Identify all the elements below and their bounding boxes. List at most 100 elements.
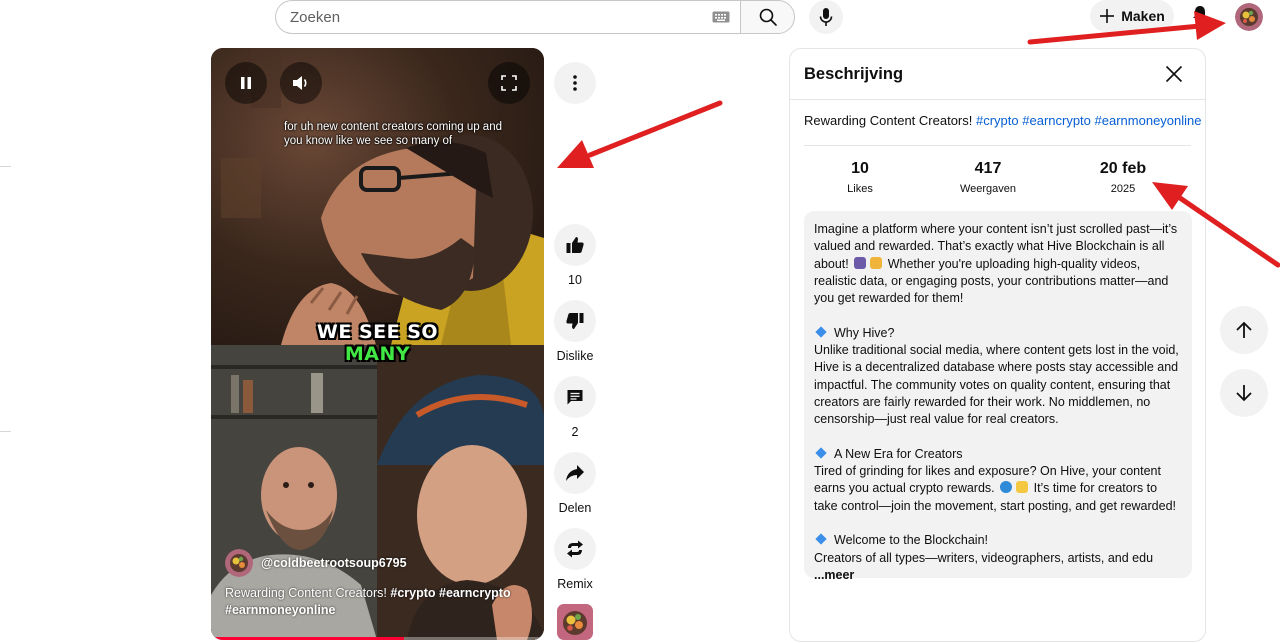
remix-button[interactable]: [554, 528, 596, 570]
video-hashtag[interactable]: #earncrypto: [439, 586, 511, 600]
description-title-text: Rewarding Content Creators!: [804, 113, 973, 128]
channel-name[interactable]: @coldbeetrootsoup6795: [261, 556, 407, 570]
arrow-up-icon: [1236, 321, 1252, 338]
close-icon: [1165, 65, 1183, 83]
voice-search-button[interactable]: [809, 0, 843, 34]
arrow-down-icon: [1236, 385, 1252, 402]
writing-hand-emoji-icon: [870, 256, 883, 269]
stat-views: 417 Weergaven: [954, 160, 1022, 195]
stat-date: 20 feb 2025: [1088, 160, 1158, 195]
pause-button[interactable]: [225, 62, 267, 104]
stat-date-year: 2025: [1110, 183, 1136, 195]
next-video-button[interactable]: [1220, 369, 1268, 417]
notifications-bell-icon[interactable]: [1190, 4, 1210, 18]
dislike-action: Dislike: [545, 300, 605, 363]
description-panel: Beschrijving Rewarding Content Creators!…: [789, 48, 1206, 642]
plus-icon: [1100, 9, 1115, 23]
description-paragraph: Creators of all types—writers, videograp…: [814, 550, 1182, 585]
dislike-label: Dislike: [556, 349, 594, 363]
description-text: Creators of all types—writers, videograp…: [814, 550, 1154, 565]
video-stats: 10 Likes 417 Weergaven 20 feb 2025: [804, 145, 1191, 203]
stat-likes-value: 10: [851, 160, 869, 177]
search-icon: [759, 8, 777, 26]
description-panel-title: Beschrijving: [804, 65, 904, 83]
description-paragraph: Unlike traditional social media, where c…: [814, 343, 1179, 427]
show-more-link[interactable]: ...meer: [814, 568, 854, 582]
description-panel-header: Beschrijving: [790, 49, 1205, 100]
share-label: Delen: [558, 501, 592, 515]
share-action: Delen: [545, 452, 605, 515]
account-avatar[interactable]: [1235, 3, 1263, 31]
comment-button[interactable]: [554, 376, 596, 418]
stat-likes: 10 Likes: [840, 160, 880, 195]
description-heading-text: Welcome to the Blockchain!: [834, 533, 989, 548]
side-divider: [0, 431, 11, 432]
description-body[interactable]: Imagine a platform where your content is…: [804, 211, 1192, 582]
description-paragraph: Tired of grinding for likes and exposure…: [814, 463, 1182, 515]
dislike-button[interactable]: [554, 300, 596, 342]
microphone-icon: [819, 8, 833, 26]
description-paragraph: Imagine a platform where your content is…: [814, 221, 1182, 307]
search-bar: [275, 0, 795, 34]
annotation-arrow: [557, 100, 723, 168]
search-button[interactable]: [740, 0, 795, 34]
video-camera-emoji-icon: [854, 256, 867, 269]
comment-action: 2: [545, 376, 605, 439]
search-input[interactable]: [290, 8, 712, 26]
sound-thumbnail[interactable]: [557, 604, 593, 640]
progress-fill: [211, 637, 405, 640]
lightbulb-emoji-icon: [1016, 481, 1029, 494]
short-video-player[interactable]: for uh new content creators coming up an…: [211, 48, 544, 640]
create-label: Maken: [1121, 8, 1165, 24]
description-title: Rewarding Content Creators! #crypto #ear…: [804, 113, 1202, 128]
stat-likes-label: Likes: [847, 183, 873, 195]
channel-row: @coldbeetrootsoup6795: [225, 549, 407, 577]
remix-icon: [567, 540, 583, 558]
keyboard-icon[interactable]: [712, 11, 730, 23]
like-count: 10: [568, 273, 582, 287]
comment-count: 2: [571, 425, 579, 439]
stat-date-value: 20 feb: [1099, 160, 1147, 177]
search-box[interactable]: [275, 0, 740, 34]
volume-icon: [293, 76, 307, 90]
side-divider: [0, 166, 11, 167]
video-hashtag[interactable]: #crypto: [390, 586, 435, 600]
description-hashtag[interactable]: #earnmoneyonline: [1095, 113, 1202, 128]
video-big-caption-top: WE SEE SO: [316, 321, 439, 343]
description-heading-text: Why Hive?: [834, 325, 895, 340]
remix-action: Remix: [545, 528, 605, 591]
more-vertical-icon: [573, 75, 577, 91]
description-hashtag[interactable]: #earncrypto: [1022, 113, 1091, 128]
stat-views-value: 417: [974, 160, 1002, 177]
stat-views-label: Weergaven: [959, 183, 1017, 195]
description-heading: Welcome to the Blockchain!: [814, 532, 1182, 549]
fullscreen-button[interactable]: [488, 62, 530, 104]
comment-icon: [567, 390, 583, 405]
pause-icon: [241, 77, 251, 89]
description-heading: Why Hive?: [814, 325, 1182, 342]
channel-avatar[interactable]: [225, 549, 253, 577]
more-options-button[interactable]: [554, 62, 596, 104]
video-caption: for uh new content creators coming up an…: [284, 121, 502, 147]
share-icon: [566, 465, 584, 481]
description-hashtag[interactable]: #crypto: [976, 113, 1019, 128]
globe-emoji-icon: [1000, 481, 1013, 494]
video-title: Rewarding Content Creators! #crypto #ear…: [225, 585, 525, 619]
video-title-text: Rewarding Content Creators!: [225, 586, 387, 600]
video-hashtag[interactable]: #earnmoneyonline: [225, 603, 335, 617]
like-action: 10: [545, 224, 605, 287]
close-description-button[interactable]: [1162, 62, 1186, 86]
blue-diamond-icon: [815, 533, 827, 546]
thumbs-down-icon: [566, 313, 584, 329]
description-heading: A New Era for Creators: [814, 446, 1182, 463]
previous-video-button[interactable]: [1220, 306, 1268, 354]
share-button[interactable]: [554, 452, 596, 494]
remix-label: Remix: [557, 577, 593, 591]
volume-button[interactable]: [280, 62, 322, 104]
description-text: Whether you're uploading high-quality vi…: [814, 256, 1169, 306]
blue-diamond-icon: [815, 447, 827, 459]
create-button[interactable]: Maken: [1090, 0, 1174, 32]
like-button[interactable]: [554, 224, 596, 266]
blue-diamond-icon: [815, 326, 827, 338]
fullscreen-icon: [501, 75, 517, 91]
